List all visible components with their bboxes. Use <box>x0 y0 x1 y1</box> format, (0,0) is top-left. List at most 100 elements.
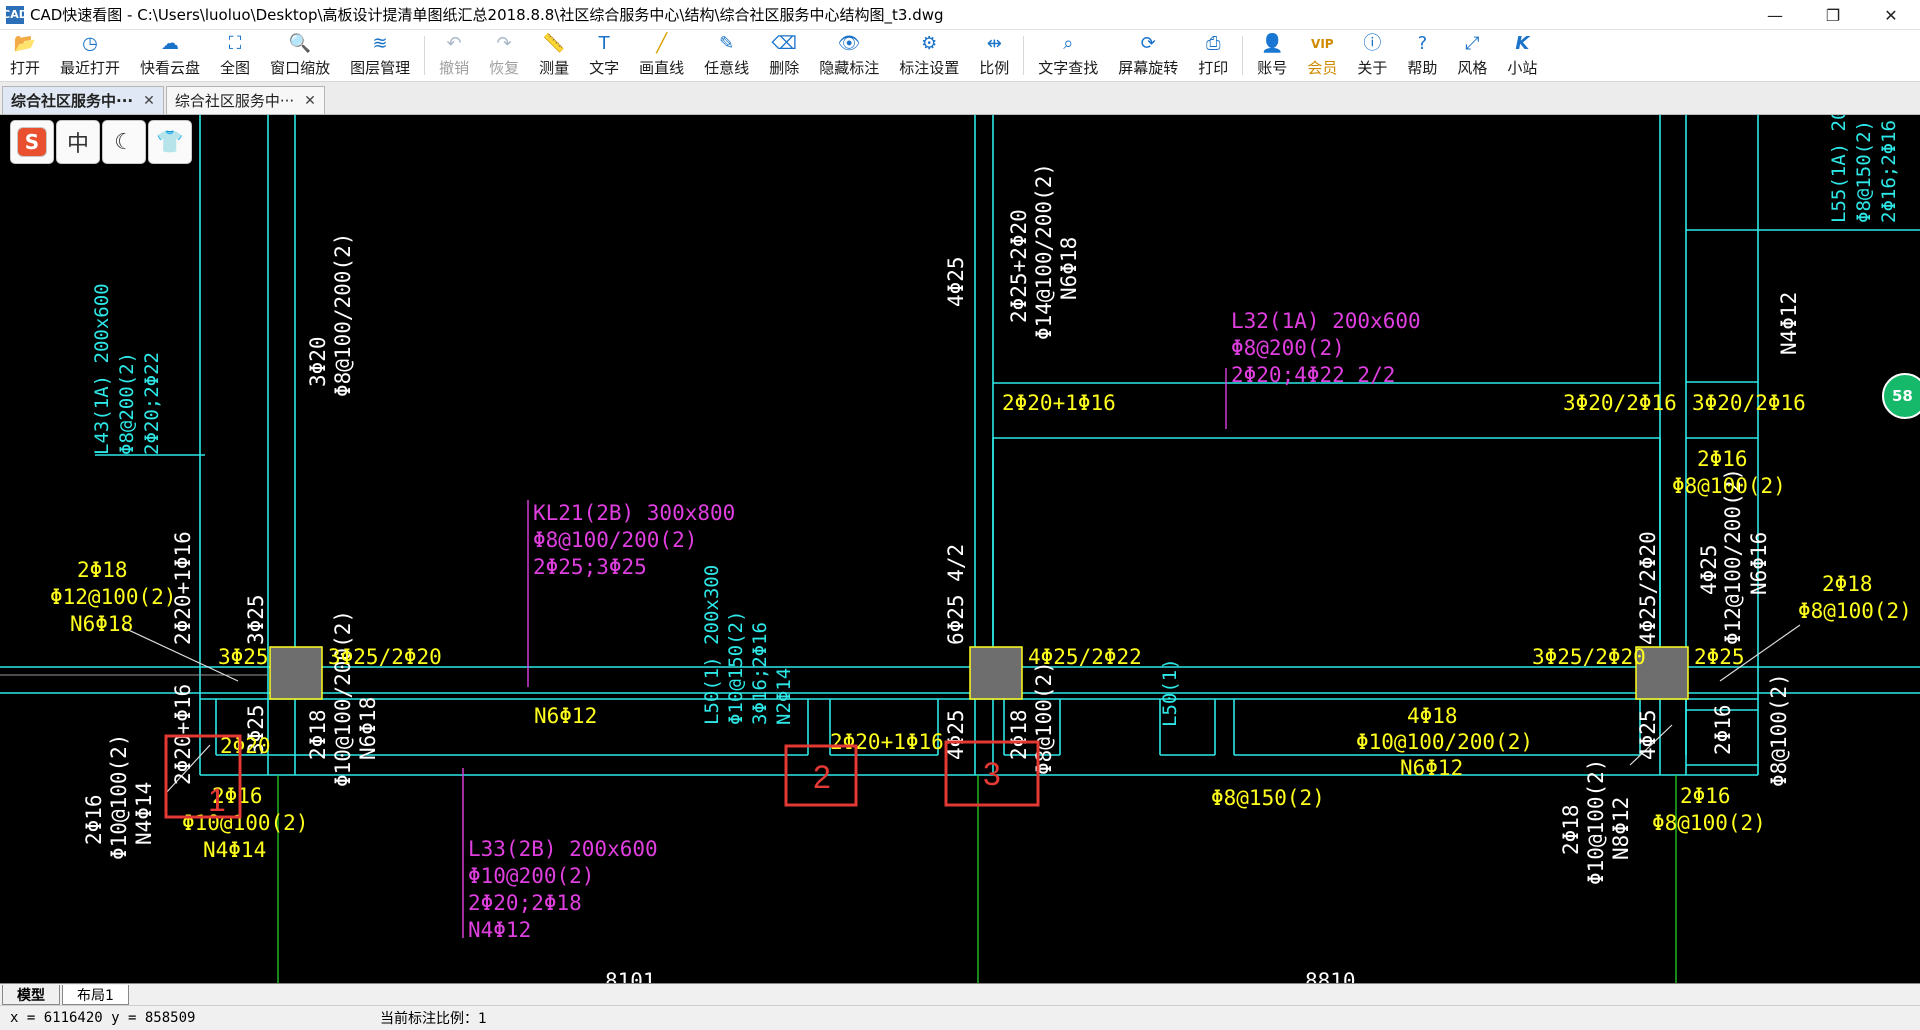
text-button[interactable]: T 文字 <box>579 30 629 81</box>
help-icon: ? <box>1417 33 1428 54</box>
cad-drawing[interactable]: L43(1A) 200x600 Φ8@200(2) 2Φ20;2Φ22 L55(… <box>0 115 1920 983</box>
columns <box>269 646 1689 700</box>
cad-text: 8101 <box>605 969 656 983</box>
undo-icon: ↶ <box>446 33 462 54</box>
toolbar-separator <box>1242 36 1244 75</box>
style-button[interactable]: ⤢ 风格 <box>1447 30 1497 81</box>
cad-text: 2Φ16 <box>1711 704 1735 755</box>
redo-button[interactable]: ↷ 恢复 <box>479 30 529 81</box>
full-view-button[interactable]: ⛶ 全图 <box>210 30 260 81</box>
cad-text: 2Φ20;4Φ22 2/2 <box>1231 363 1395 387</box>
maximize-button[interactable]: ❐ <box>1804 0 1862 30</box>
text-find-button[interactable]: ⌕ 文字查找 <box>1028 30 1108 81</box>
toolbar: 📂 打开 ◷ 最近打开 ☁ 快看云盘 ⛶ 全图 🔍 窗口缩放 ≋ 图层管理 ↶ 撤销 ↷ 恢复 … <box>0 30 1920 82</box>
cad-text: 2Φ20+Φ16 <box>171 684 195 785</box>
cad-text: L43(1A) 200x600 <box>91 283 113 455</box>
language-button[interactable]: 中 <box>56 120 100 164</box>
title-bar: CAD CAD快速看图 - C:\Users\luoluo\Desktop\高板… <box>0 0 1920 30</box>
close-tab-icon[interactable]: ✕ <box>304 93 316 109</box>
about-button[interactable]: ⓘ 关于 <box>1347 30 1397 81</box>
document-tab[interactable]: 综合社区服务中··· ✕ <box>165 86 325 114</box>
zoom-window-icon: 🔍 <box>288 33 312 54</box>
cloud-icon: ☁ <box>161 33 180 54</box>
cad-text: N6Φ18 <box>356 697 380 760</box>
redo-icon: ↷ <box>496 33 512 54</box>
cad-text: 2Φ25+2Φ20 <box>1007 209 1031 323</box>
toolbar-separator <box>424 36 426 75</box>
cad-text: Φ8@100(2) <box>1652 811 1766 835</box>
hide-dim-button[interactable]: 👁 隐藏标注 <box>809 30 889 81</box>
tab-model[interactable]: 模型 <box>2 985 60 1005</box>
minimize-button[interactable]: — <box>1746 0 1804 30</box>
help-button[interactable]: ? 帮助 <box>1397 30 1447 81</box>
cad-text: Φ8@100/200(2) <box>533 528 697 552</box>
document-tab-active[interactable]: 综合社区服务中··· ✕ <box>2 86 164 114</box>
cad-text: 2Φ20;2Φ22 <box>141 352 163 455</box>
cad-text: N6Φ12 <box>534 704 597 728</box>
cad-text: 4Φ25 <box>1697 544 1721 595</box>
cad-text: N6Φ12 <box>1400 756 1463 780</box>
marker-label-2: 2 <box>813 759 831 795</box>
station-button[interactable]: K 小站 <box>1497 30 1547 81</box>
cad-text: L50(1) 200x300 <box>701 565 723 725</box>
open-button[interactable]: 📂 打开 <box>0 30 50 81</box>
shirt-icon[interactable]: 👕 <box>148 120 192 164</box>
cad-text: 6Φ25 4/2 <box>944 544 968 645</box>
info-icon: ⓘ <box>1363 33 1382 54</box>
cad-text: Φ10@100/200(2) <box>331 610 355 787</box>
tab-label: 综合社区服务中··· <box>11 92 134 110</box>
cad-text: 4Φ25 <box>1636 709 1660 760</box>
cad-text: N4Φ12 <box>468 918 531 942</box>
rotate-button[interactable]: ⟳ 屏幕旋转 <box>1108 30 1188 81</box>
cad-text: Φ10@150(2) <box>725 611 747 725</box>
cad-text: 3Φ20/2Φ16 <box>1563 391 1677 415</box>
find-text-icon: ⌕ <box>1063 33 1074 54</box>
tab-layout1[interactable]: 布局1 <box>62 985 129 1005</box>
ime-button[interactable]: S <box>10 120 54 164</box>
drawing-canvas[interactable]: L43(1A) 200x600 Φ8@200(2) 2Φ20;2Φ22 L55(… <box>0 115 1920 983</box>
freeline-button[interactable]: ✎ 任意线 <box>694 30 759 81</box>
app-icon: CAD <box>2 5 28 24</box>
cad-text: 2Φ16 <box>1680 784 1731 808</box>
cad-text: N8Φ12 <box>1609 797 1633 860</box>
undo-button[interactable]: ↶ 撤销 <box>429 30 479 81</box>
marker-label-1: 1 <box>208 782 226 818</box>
ratio-icon: ⇹ <box>986 33 1002 54</box>
ruler-icon: 📏 <box>542 33 566 54</box>
layer-button[interactable]: ≋ 图层管理 <box>340 30 420 81</box>
floating-badge[interactable]: 58 <box>1882 373 1920 419</box>
line-button[interactable]: ╱ 画直线 <box>629 30 694 81</box>
window-zoom-button[interactable]: 🔍 窗口缩放 <box>260 30 340 81</box>
cad-text: 2Φ18 <box>1007 709 1031 760</box>
cad-text: 2Φ20+1Φ16 <box>1002 391 1116 415</box>
recent-button[interactable]: ◷ 最近打开 <box>50 30 130 81</box>
cloud-button[interactable]: ☁ 快看云盘 <box>130 30 210 81</box>
close-tab-icon[interactable]: ✕ <box>143 93 155 109</box>
cad-text: Φ10@100(2) <box>1584 759 1608 885</box>
cad-text: Φ10@100(2) <box>107 734 131 860</box>
cad-text: 4Φ18 <box>1407 704 1458 728</box>
moon-icon[interactable]: ☾ <box>102 120 146 164</box>
ratio-button[interactable]: ⇹ 比例 <box>969 30 1019 81</box>
cad-text: Φ8@200(2) <box>116 352 138 455</box>
cad-text: 2Φ18 <box>77 558 128 582</box>
account-button[interactable]: 👤 账号 <box>1247 30 1297 81</box>
cad-text: 3Φ16;2Φ16 <box>749 622 771 725</box>
dim-settings-button[interactable]: ⚙ 标注设置 <box>889 30 969 81</box>
settings-icon: ⚙ <box>921 33 938 54</box>
vip-button[interactable]: VIP 会员 <box>1297 30 1347 81</box>
cad-text: Φ8@100(2) <box>1798 599 1912 623</box>
clock-icon: ◷ <box>82 33 98 54</box>
measure-button[interactable]: 📏 测量 <box>529 30 579 81</box>
cad-text: L55(1A) 200x6 <box>1828 115 1850 223</box>
cad-text: N4Φ14 <box>132 782 156 845</box>
delete-button[interactable]: ⌫ 删除 <box>759 30 809 81</box>
window-controls: — ❐ ✕ <box>1746 0 1920 30</box>
close-button[interactable]: ✕ <box>1862 0 1920 30</box>
cad-text: Φ8@150(2) <box>1211 786 1325 810</box>
cad-text: N2Φ14 <box>773 668 795 725</box>
print-button[interactable]: ⎙ 打印 <box>1188 30 1238 81</box>
tab-label: 综合社区服务中··· <box>174 92 295 110</box>
marker-label-3: 3 <box>983 756 1001 792</box>
cad-text: 2Φ18 <box>306 709 330 760</box>
